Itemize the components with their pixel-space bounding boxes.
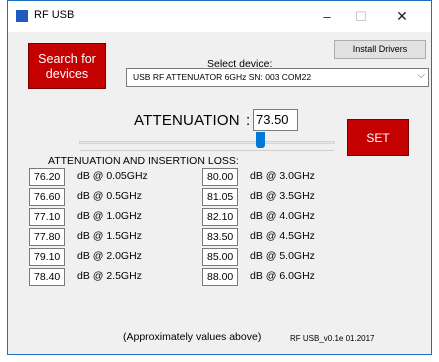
loss-frequency-label: dB @ 1.0GHz <box>77 210 142 222</box>
loss-frequency-label: dB @ 4.5GHz <box>250 230 315 242</box>
loss-frequency-label: dB @ 5.0GHz <box>250 250 315 262</box>
loss-value-field[interactable]: 78.40 <box>29 268 65 286</box>
device-select-value: USB RF ATTENUATOR 6GHz SN: 003 COM22 <box>133 72 312 82</box>
loss-value-field[interactable]: 83.50 <box>202 228 238 246</box>
loss-frequency-label: dB @ 1.5GHz <box>77 230 142 242</box>
loss-value-field[interactable]: 76.60 <box>29 188 65 206</box>
device-select[interactable]: USB RF ATTENUATOR 6GHz SN: 003 COM22 ⌵ <box>126 68 429 87</box>
app-window: RF USB – ☐ ✕ Search for devices Install … <box>7 0 432 355</box>
loss-frequency-label: dB @ 3.5GHz <box>250 190 315 202</box>
loss-section-title: ATTENUATION AND INSERTION LOSS: <box>48 155 239 167</box>
title-bar: RF USB – ☐ ✕ <box>8 1 431 32</box>
loss-value-field[interactable]: 77.10 <box>29 208 65 226</box>
minimize-icon[interactable]: – <box>310 1 344 32</box>
loss-frequency-label: dB @ 0.5GHz <box>77 190 142 202</box>
app-icon <box>16 10 28 22</box>
loss-frequency-label: dB @ 6.0GHz <box>250 270 315 282</box>
loss-frequency-label: dB @ 3.0GHz <box>250 170 315 182</box>
loss-value-field[interactable]: 81.05 <box>202 188 238 206</box>
attenuation-colon: : <box>246 112 251 129</box>
set-button[interactable]: SET <box>347 119 409 156</box>
search-devices-button[interactable]: Search for devices <box>28 43 106 89</box>
attenuation-input[interactable]: 73.50 <box>253 109 298 131</box>
attenuation-slider-thumb[interactable] <box>256 132 265 148</box>
slider-tick-line <box>80 150 334 151</box>
install-drivers-button[interactable]: Install Drivers <box>334 40 426 59</box>
loss-value-field[interactable]: 88.00 <box>202 268 238 286</box>
chevron-down-icon[interactable]: ⌵ <box>417 70 425 81</box>
attenuation-slider-track[interactable] <box>79 141 335 144</box>
attenuation-label: ATTENUATION <box>134 112 240 129</box>
loss-value-field[interactable]: 82.10 <box>202 208 238 226</box>
loss-value-field[interactable]: 79.10 <box>29 248 65 266</box>
loss-frequency-label: dB @ 0.05GHz <box>77 170 148 182</box>
loss-value-field[interactable]: 85.00 <box>202 248 238 266</box>
loss-value-field[interactable]: 76.20 <box>29 168 65 186</box>
loss-frequency-label: dB @ 4.0GHz <box>250 210 315 222</box>
loss-frequency-label: dB @ 2.5GHz <box>77 270 142 282</box>
maximize-icon[interactable]: ☐ <box>344 1 378 32</box>
close-icon[interactable]: ✕ <box>385 1 419 32</box>
footer-note: (Approximately values above) <box>123 331 262 343</box>
loss-value-field[interactable]: 80.00 <box>202 168 238 186</box>
version-label: RF USB_v0.1e 01.2017 <box>290 334 375 343</box>
loss-frequency-label: dB @ 2.0GHz <box>77 250 142 262</box>
window-title: RF USB <box>34 9 75 21</box>
loss-value-field[interactable]: 77.80 <box>29 228 65 246</box>
